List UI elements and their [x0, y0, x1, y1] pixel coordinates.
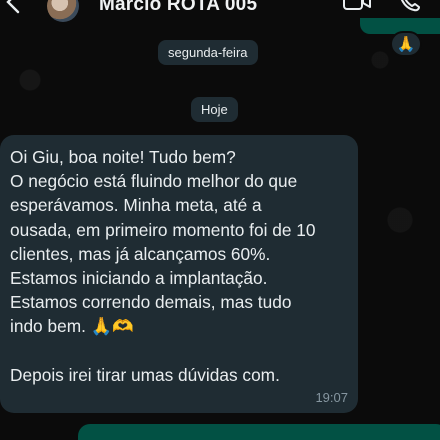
- next-outgoing-bubble: [78, 424, 440, 440]
- phone-call-icon[interactable]: [398, 0, 422, 12]
- message-timestamp: 19:07: [315, 390, 348, 405]
- message-reaction[interactable]: 🙏: [390, 31, 422, 57]
- date-divider-today: Hoje: [191, 97, 238, 122]
- video-call-icon[interactable]: [342, 0, 372, 12]
- contact-name[interactable]: Marcio ROTA 005: [99, 0, 257, 16]
- incoming-message-bubble[interactable]: Oi Giu, boa noite! Tudo bem? O negócio e…: [0, 135, 358, 413]
- message-text: Oi Giu, boa noite! Tudo bem? O negócio e…: [10, 147, 316, 385]
- back-chevron-icon[interactable]: [4, 0, 24, 14]
- date-divider: segunda-feira: [158, 40, 258, 65]
- avatar[interactable]: [47, 0, 79, 22]
